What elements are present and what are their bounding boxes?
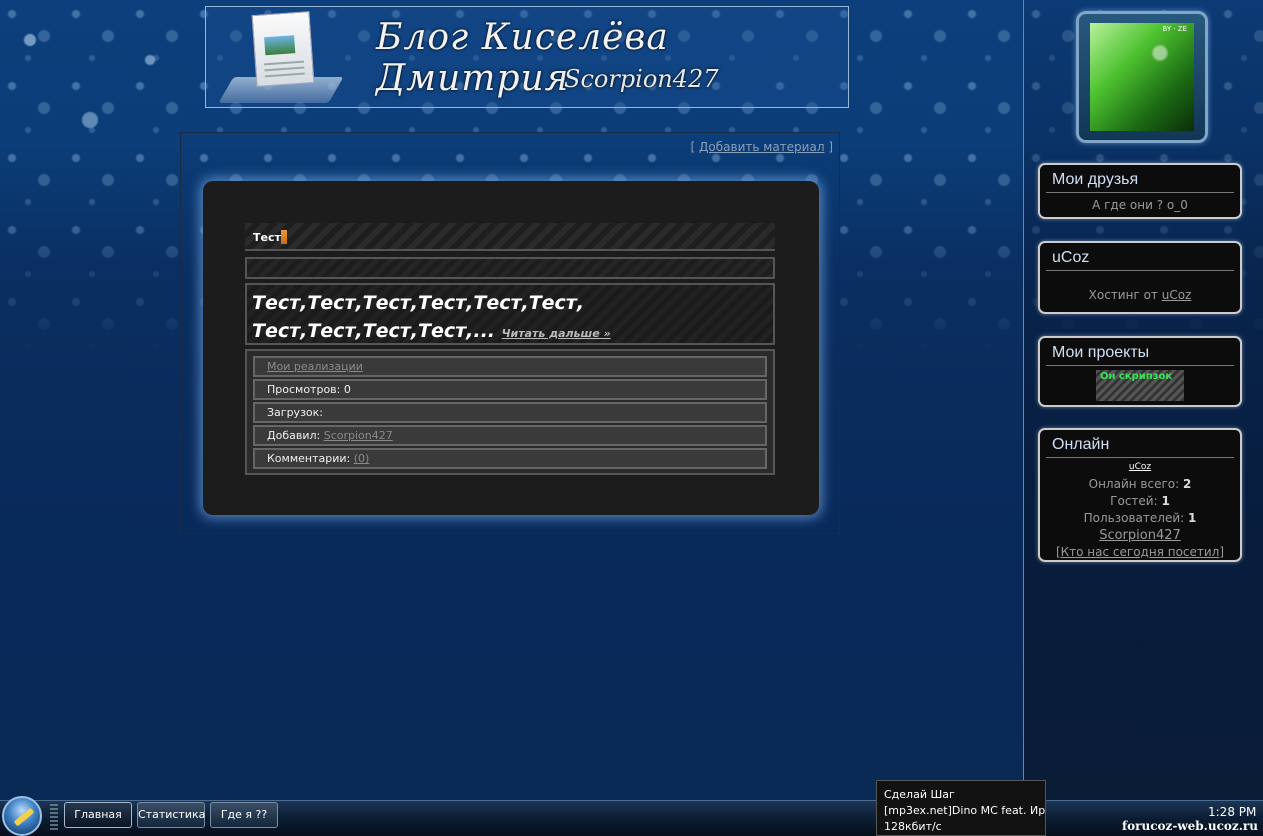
site-subtitle: Scorpion427 bbox=[564, 65, 719, 93]
added-by-label: Добавил: bbox=[267, 429, 324, 442]
tooltip-line-title: Сделай Шаг bbox=[884, 788, 955, 801]
avatar: BY · ZE bbox=[1076, 11, 1208, 143]
comments-link[interactable]: (0) bbox=[354, 452, 370, 465]
entry-title-bar: Тест bbox=[245, 223, 775, 251]
start-button[interactable] bbox=[2, 796, 42, 836]
player-tooltip: Сделай Шаг [mp3ex.net]Dino MC feat. Ирак… bbox=[876, 780, 1046, 836]
widget-title-ucoz: uCoz bbox=[1046, 243, 1234, 271]
tooltip-line-bitrate: 128кбит/с bbox=[884, 820, 942, 833]
comments-label: Комментарии: bbox=[267, 452, 354, 465]
ucoz-link[interactable]: uCoz bbox=[1162, 288, 1192, 302]
avatar-stamp: BY · ZE bbox=[1162, 25, 1187, 33]
entry-meta-bar bbox=[245, 257, 775, 279]
detail-category: Мои реализации bbox=[253, 356, 767, 377]
avatar-image bbox=[1090, 23, 1194, 131]
views-label: Просмотров: 0 bbox=[267, 383, 351, 396]
document-icon bbox=[251, 11, 315, 87]
widget-title-online: Онлайн bbox=[1046, 430, 1234, 458]
entry-container: Тест Тест,Тест,Тест,Тест,Тест,Тест, Тест… bbox=[203, 181, 819, 515]
friends-text: А где они ? о_0 bbox=[1092, 198, 1188, 212]
category-link[interactable]: Мои реализации bbox=[267, 360, 363, 373]
pencil-icon bbox=[13, 807, 35, 827]
visited-today-link[interactable]: Кто нас сегодня посетил bbox=[1061, 545, 1220, 559]
author-link[interactable]: Scorpion427 bbox=[324, 429, 393, 442]
detail-added-by: Добавил: Scorpion427 bbox=[253, 425, 767, 446]
read-more-link[interactable]: Читать дальше » bbox=[502, 327, 611, 340]
ucoz-counter[interactable]: uCoz bbox=[1046, 459, 1234, 476]
online-user-link[interactable]: Scorpion427 bbox=[1099, 528, 1181, 543]
add-material: [ Добавить материал ] bbox=[690, 140, 833, 154]
detail-views: Просмотров: 0 bbox=[253, 379, 767, 400]
online-body: uCoz Онлайн всего: 2 Гостей: 1 Пользоват… bbox=[1040, 458, 1240, 565]
add-material-link[interactable]: Добавить материал bbox=[699, 140, 824, 154]
detail-comments: Комментарии: (0) bbox=[253, 448, 767, 469]
widget-title-friends: Мои друзья bbox=[1046, 165, 1234, 193]
widget-title-projects: Мои проекты bbox=[1046, 338, 1234, 366]
online-users: Пользователей: 1 bbox=[1083, 511, 1197, 525]
downloads-label: Загрузок: bbox=[267, 406, 323, 419]
widget-ucoz: uCoz Хостинг от uCoz bbox=[1038, 241, 1242, 314]
nav-button-statistics[interactable]: Статистика bbox=[137, 802, 205, 828]
detail-downloads: Загрузок: bbox=[253, 402, 767, 423]
online-total: Онлайн всего: 2 bbox=[1088, 477, 1192, 491]
header-banner[interactable]: Блог Киселёва Дмитрия Scorpion427 bbox=[205, 6, 849, 108]
widget-projects: Мои проекты Он скрипзок bbox=[1038, 336, 1242, 407]
rss-icon[interactable] bbox=[281, 230, 287, 244]
taskbar-grip[interactable] bbox=[50, 804, 58, 830]
nav-button-where-am-i[interactable]: Где я ?? bbox=[210, 802, 278, 828]
ucoz-hosting: Хостинг от uCoz bbox=[1088, 288, 1192, 302]
entry-details: Мои реализации Просмотров: 0 Загрузок: Д… bbox=[245, 349, 775, 475]
online-guests: Гостей: 1 bbox=[1110, 494, 1170, 508]
tooltip-line-track: [mp3ex.net]Dino MC feat. Иракли bbox=[884, 804, 1046, 817]
visited-today: [Кто нас сегодня посетил] bbox=[1055, 545, 1225, 559]
site-watermark: forucoz-web.ucoz.ru bbox=[1122, 819, 1258, 833]
main-content-frame: [ Добавить материал ] Тест Тест,Тест,Тес… bbox=[180, 132, 840, 534]
project-banner[interactable]: Он скрипзок bbox=[1096, 370, 1184, 401]
entry-text: Тест,Тест,Тест,Тест,Тест,Тест, Тест,Тест… bbox=[245, 283, 775, 345]
widget-friends: Мои друзья А где они ? о_0 bbox=[1038, 163, 1242, 219]
projects-body: Он скрипзок bbox=[1040, 366, 1240, 402]
widget-online: Онлайн uCoz Онлайн всего: 2 Гостей: 1 По… bbox=[1038, 428, 1242, 562]
entry-title[interactable]: Тест bbox=[253, 231, 281, 244]
nav-button-home[interactable]: Главная bbox=[64, 802, 132, 828]
taskbar-clock: 1:28 PM bbox=[1208, 805, 1257, 819]
